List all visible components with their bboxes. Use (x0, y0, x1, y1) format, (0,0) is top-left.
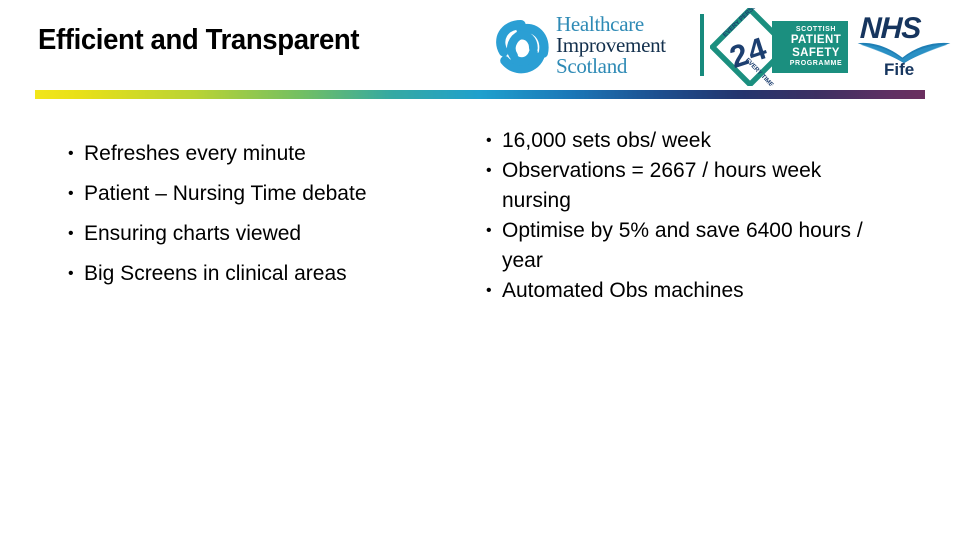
bullet-icon: • (486, 282, 492, 299)
list-item: • Ensuring charts viewed (62, 214, 462, 254)
his-line-healthcare: Healthcare (556, 12, 644, 36)
content-columns: • Refreshes every minute • Patient – Nur… (0, 126, 960, 406)
spsp-line-scottish: SCOTTISH (795, 26, 837, 34)
gradient-divider-rule (35, 90, 925, 99)
bullet-icon: • (486, 222, 492, 239)
list-item-label: Automated Obs machines (502, 279, 744, 302)
bullet-icon: • (68, 225, 74, 242)
list-item: • Big Screens in clinical areas (62, 254, 462, 294)
right-bullet-list: • 16,000 sets obs/ week • Observations =… (480, 126, 880, 306)
his-wordmark: Healthcare Improvement Scotland (556, 14, 666, 77)
spsp-text-panel: SCOTTISH PATIENT SAFETY PROGRAMME (772, 21, 848, 73)
list-item-label: Patient – Nursing Time debate (84, 182, 367, 205)
spsp-line-safety: SAFETY (792, 47, 840, 59)
list-item: • Refreshes every minute (62, 134, 462, 174)
list-item: • 16,000 sets obs/ week (480, 126, 880, 156)
list-item: • Automated Obs machines (480, 276, 880, 306)
bullet-icon: • (68, 185, 74, 202)
bullet-icon: • (68, 145, 74, 162)
spsp-line-programme: PROGRAMME (789, 59, 843, 67)
healthcare-improvement-scotland-logo: Healthcare Improvement Scotland (488, 10, 693, 84)
spsp-line-patient: PATIENT (790, 34, 842, 47)
list-item: • Optimise by 5% and save 6400 hours / y… (480, 216, 880, 276)
list-item-label: Refreshes every minute (84, 142, 306, 165)
page-title: Efficient and Transparent (38, 24, 360, 56)
logo-divider (700, 14, 704, 76)
list-item-label: Optimise by 5% and save 6400 hours / yea… (502, 219, 863, 272)
trefoil-knot-icon (490, 16, 552, 78)
his-line-improvement: Improvement (556, 33, 666, 57)
list-item-label: Big Screens in clinical areas (84, 262, 347, 285)
nhs-board-name: Fife (884, 60, 915, 79)
list-item: • Patient – Nursing Time debate (62, 174, 462, 214)
scottish-patient-safety-programme-logo: 2 4 EVERY PERSON EVERY TIME SCOTTISH PAT… (708, 0, 848, 89)
bullet-icon: • (68, 265, 74, 282)
list-item-label: Ensuring charts viewed (84, 222, 302, 245)
bullet-icon: • (486, 162, 492, 179)
logo-strip: Healthcare Improvement Scotland 2 4 EVER… (488, 0, 954, 89)
list-item-label: 16,000 sets obs/ week (502, 129, 711, 152)
bullet-icon: • (486, 132, 492, 149)
nhs-fife-logo: NHS Fife (856, 10, 954, 84)
left-bullet-list: • Refreshes every minute • Patient – Nur… (62, 134, 462, 294)
list-item-label: Observations = 2667 / hours week nursing (502, 159, 822, 212)
his-line-scotland: Scotland (556, 54, 628, 78)
list-item: • Observations = 2667 / hours week nursi… (480, 156, 880, 216)
